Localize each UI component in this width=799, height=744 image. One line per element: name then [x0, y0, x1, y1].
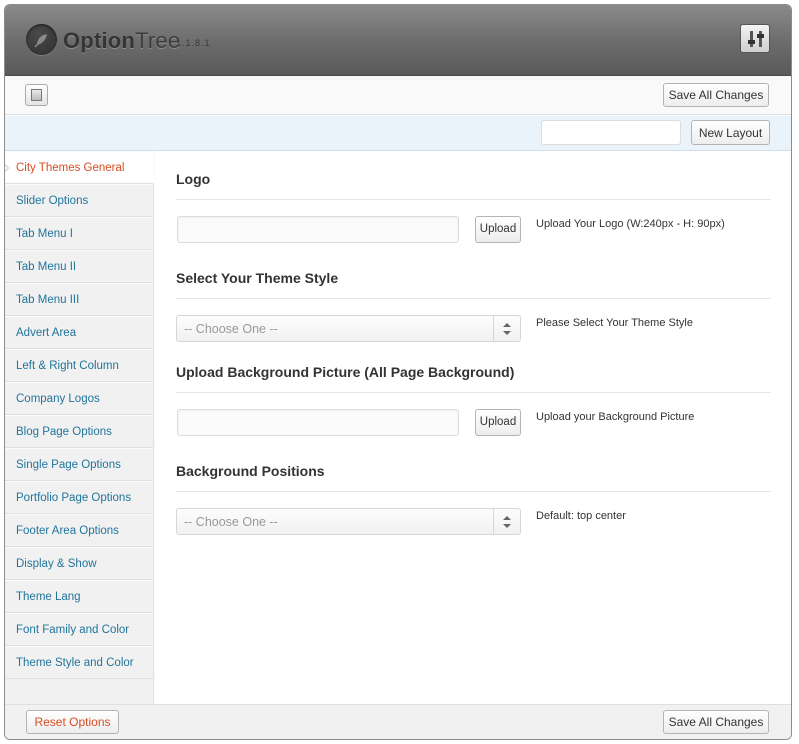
settings-button[interactable] [740, 24, 770, 53]
sidebar-item-tab-menu-1[interactable]: Tab Menu I [5, 217, 153, 250]
sidebar-item-font-family-color[interactable]: Font Family and Color [5, 613, 153, 646]
section-divider [176, 392, 771, 393]
sidebar-item-single-page-options[interactable]: Single Page Options [5, 448, 153, 481]
sidebar-item-left-right-column[interactable]: Left & Right Column [5, 349, 153, 382]
sidebar-item-blog-page-options[interactable]: Blog Page Options [5, 415, 153, 448]
background-upload-button[interactable]: Upload [475, 409, 521, 436]
logo-url-input[interactable] [177, 216, 459, 243]
version-label: 1.1.8.1 [176, 38, 211, 48]
section-divider [176, 199, 771, 200]
brand-option: Option [63, 28, 136, 53]
sidebar-item-display-show[interactable]: Display & Show [5, 547, 153, 580]
section-title-theme-style: Select Your Theme Style [176, 270, 339, 286]
footer: Reset Options Save All Changes [5, 704, 791, 739]
sliders-icon [748, 31, 764, 47]
sidebar: City Themes General Slider Options Tab M… [5, 151, 154, 704]
sidebar-item-advert-area[interactable]: Advert Area [5, 316, 153, 349]
layout-name-input[interactable] [541, 120, 681, 145]
sidebar-item-footer-area-options[interactable]: Footer Area Options [5, 514, 153, 547]
theme-style-select[interactable]: -- Choose One -- [176, 315, 521, 342]
section-divider [176, 298, 771, 299]
select-arrows-icon [493, 316, 520, 341]
layout-icon[interactable] [25, 84, 48, 106]
section-title-logo: Logo [176, 171, 211, 187]
leaf-icon [26, 24, 57, 55]
new-layout-button[interactable]: New Layout [691, 120, 770, 145]
sidebar-item-theme-style-color[interactable]: Theme Style and Color [5, 646, 153, 679]
sidebar-item-tab-menu-3[interactable]: Tab Menu III [5, 283, 153, 316]
brand-name: OptionTree [63, 28, 180, 54]
sidebar-item-company-logos[interactable]: Company Logos [5, 382, 153, 415]
logo-upload-button[interactable]: Upload [475, 216, 521, 243]
theme-style-select-value: -- Choose One -- [184, 322, 278, 336]
background-position-select-value: -- Choose One -- [184, 515, 278, 529]
layout-bar: New Layout [5, 116, 791, 151]
background-position-select[interactable]: -- Choose One -- [176, 508, 521, 535]
background-position-description: Default: top center [536, 510, 626, 522]
save-all-button-top[interactable]: Save All Changes [663, 83, 769, 107]
brand-tree: Tree [135, 28, 181, 53]
header: OptionTree 1.1.8.1 [5, 5, 791, 76]
section-divider [176, 491, 771, 492]
logo-description: Upload Your Logo (W:240px - H: 90px) [536, 218, 725, 230]
sidebar-item-portfolio-page-options[interactable]: Portfolio Page Options [5, 481, 153, 514]
reset-options-button[interactable]: Reset Options [26, 710, 119, 734]
sidebar-item-slider-options[interactable]: Slider Options [5, 184, 153, 217]
sidebar-item-theme-lang[interactable]: Theme Lang [5, 580, 153, 613]
sidebar-item-city-themes-general[interactable]: City Themes General [5, 151, 154, 184]
background-picture-description: Upload your Background Picture [536, 411, 695, 423]
toolbar: Save All Changes [5, 77, 791, 115]
section-title-background-positions: Background Positions [176, 463, 325, 479]
theme-style-description: Please Select Your Theme Style [536, 317, 693, 329]
save-all-button-bottom[interactable]: Save All Changes [663, 710, 769, 734]
sidebar-item-tab-menu-2[interactable]: Tab Menu II [5, 250, 153, 283]
section-title-background-picture: Upload Background Picture (All Page Back… [176, 364, 515, 380]
select-arrows-icon [493, 509, 520, 534]
option-tree-panel: OptionTree 1.1.8.1 Save All Changes New … [4, 4, 792, 740]
background-url-input[interactable] [177, 409, 459, 436]
main-content: Logo Upload Upload Your Logo (W:240px - … [155, 151, 791, 704]
